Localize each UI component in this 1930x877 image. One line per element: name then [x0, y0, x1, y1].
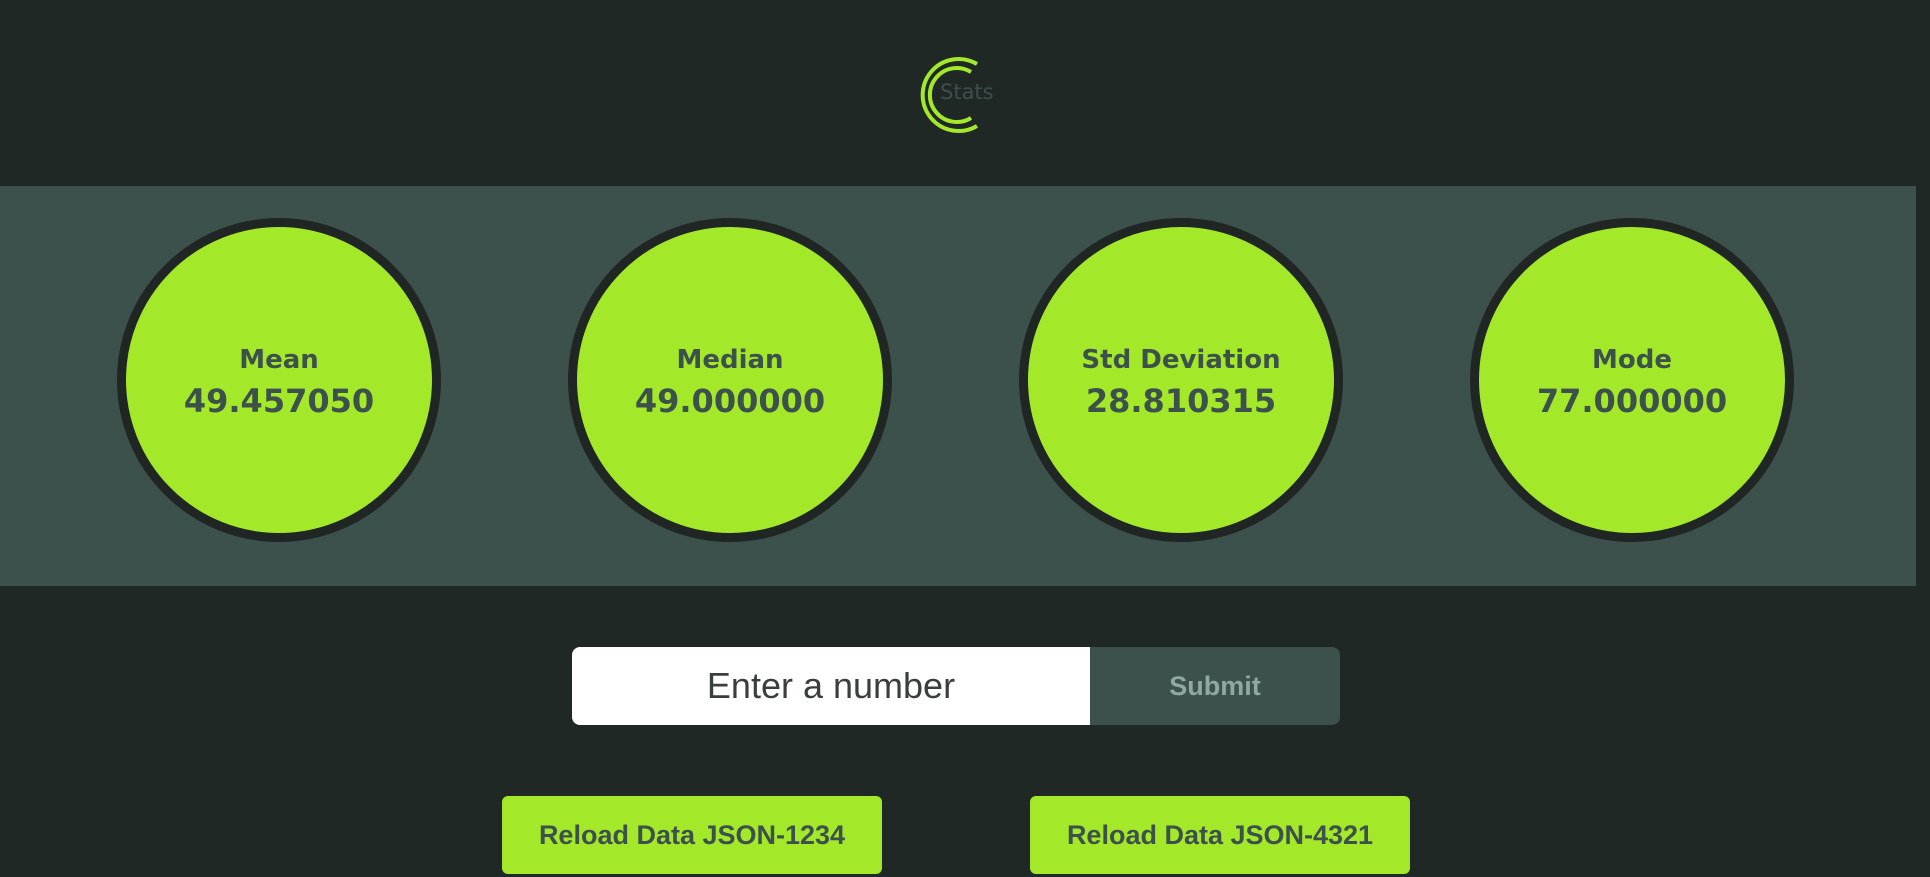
stat-label: Median: [676, 345, 784, 375]
stat-label: Std Deviation: [1081, 345, 1281, 375]
stat-value: 49.457050: [183, 382, 375, 420]
scrollbar[interactable]: [1916, 0, 1930, 877]
number-input[interactable]: [572, 647, 1090, 725]
stat-label: Mean: [239, 345, 319, 375]
submit-button[interactable]: Submit: [1090, 647, 1340, 725]
stat-value: 77.000000: [1536, 382, 1728, 420]
stat-label: Mode: [1592, 345, 1672, 375]
stat-value: 49.000000: [634, 382, 826, 420]
stat-card-mode: Mode 77.000000: [1470, 218, 1794, 542]
stat-card-mean: Mean 49.457050: [117, 218, 441, 542]
stat-card-median: Median 49.000000: [568, 218, 892, 542]
number-input-wrapper: [572, 647, 1090, 725]
logo-text: Stats: [940, 80, 994, 104]
stat-card-std-deviation: Std Deviation 28.810315: [1019, 218, 1343, 542]
header: Stats: [0, 0, 1930, 186]
stats-logo[interactable]: Stats: [905, 50, 1015, 140]
reload-json-1234-button[interactable]: Reload Data JSON-1234: [502, 796, 882, 874]
stat-value: 28.810315: [1085, 382, 1277, 420]
reload-json-4321-button[interactable]: Reload Data JSON-4321: [1030, 796, 1410, 874]
